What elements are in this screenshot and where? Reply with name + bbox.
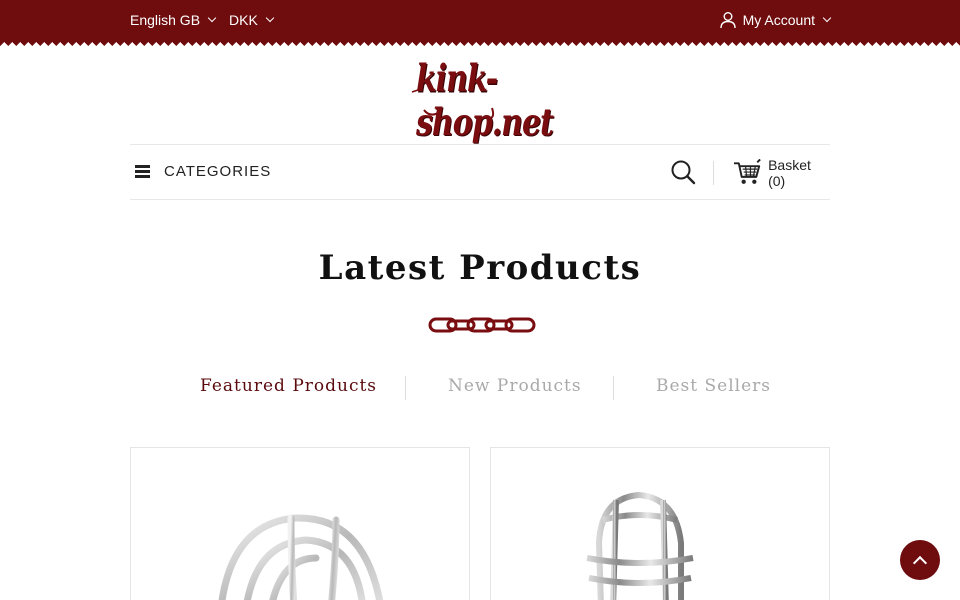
categories-label: CATEGORIES [164, 163, 272, 180]
user-icon [719, 12, 736, 29]
tab-divider [405, 376, 406, 400]
basket-button[interactable]: Basket (0) [733, 157, 830, 189]
tab-best-sellers[interactable]: Best Sellers [656, 376, 771, 396]
chevron-down-icon [207, 13, 217, 23]
basket-label: Basket (0) [768, 157, 811, 189]
product-image [586, 492, 694, 600]
top-bar: English GB DKK My Account [0, 0, 960, 42]
my-account-label: My Account [742, 12, 815, 28]
currency-dropdown[interactable]: DKK [229, 12, 275, 28]
logo-text: kink-shop.net [416, 57, 554, 145]
language-label: English GB [130, 12, 201, 28]
tab-featured-products[interactable]: Featured Products [200, 376, 377, 396]
locale-selectors: English GB DKK [130, 12, 275, 28]
chevron-up-icon [912, 555, 928, 570]
site-logo[interactable]: kink-shop.net [410, 57, 554, 145]
tab-divider [613, 376, 614, 400]
hamburger-icon [135, 165, 150, 178]
chain-divider-icon [428, 317, 536, 333]
product-card[interactable] [130, 447, 470, 600]
chevron-down-icon [822, 13, 832, 23]
section-title: Latest Products [318, 248, 642, 288]
top-bar-zigzag-edge [0, 42, 960, 48]
tab-new-products[interactable]: New Products [448, 376, 582, 396]
search-icon[interactable] [670, 159, 696, 185]
language-dropdown[interactable]: English GB [130, 12, 217, 28]
back-to-top-button[interactable] [900, 540, 940, 580]
my-account-dropdown[interactable]: My Account [719, 11, 832, 29]
currency-label: DKK [229, 12, 258, 28]
product-tabs: Featured Products New Products Best Sell… [160, 376, 800, 402]
shopping-cart-icon [733, 159, 761, 184]
product-image [218, 514, 384, 600]
categories-menu-button[interactable]: CATEGORIES [135, 163, 271, 180]
product-card[interactable] [490, 447, 830, 600]
main-navbar: CATEGORIES Basket (0) [130, 144, 830, 200]
nav-divider [713, 161, 714, 185]
chevron-down-icon [265, 13, 275, 23]
